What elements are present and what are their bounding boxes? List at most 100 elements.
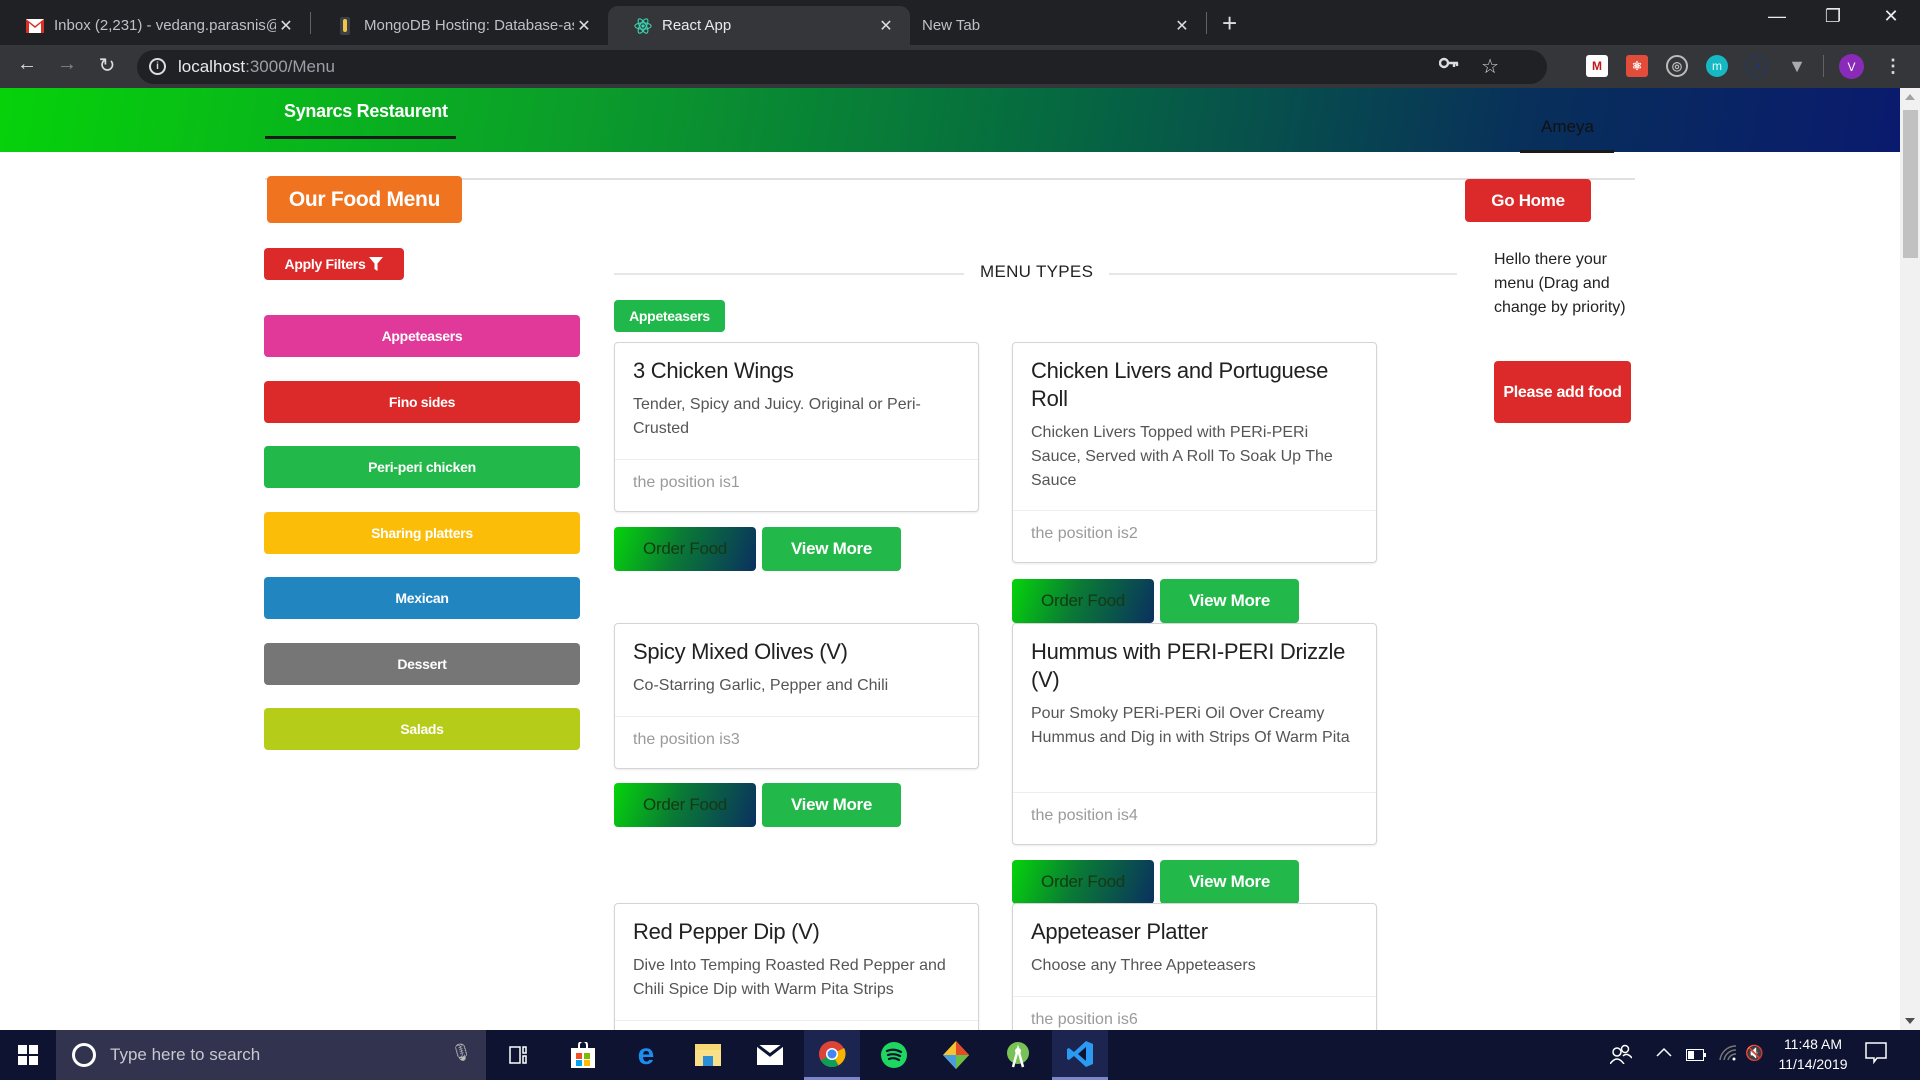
mail-icon[interactable] <box>742 1030 798 1080</box>
profile-avatar[interactable]: V <box>1839 54 1864 79</box>
page-title-button[interactable]: Our Food Menu <box>267 176 462 223</box>
tab-new-tab[interactable]: New Tab ✕ <box>910 6 1206 45</box>
site-header: Synarcs Restaurent Ameya <box>0 88 1900 153</box>
page-scrollbar[interactable] <box>1900 88 1920 1030</box>
order-food-button[interactable]: Order Food <box>1012 860 1154 904</box>
password-key-icon[interactable] <box>1438 56 1459 74</box>
url-path: :3000/Menu <box>245 57 335 76</box>
vue-devtools-extension-icon[interactable]: ▼ <box>1786 55 1808 77</box>
forward-button[interactable]: → <box>53 53 81 76</box>
user-name-link[interactable]: Ameya <box>1541 117 1594 137</box>
android-studio-icon[interactable] <box>990 1030 1046 1080</box>
microphone-icon[interactable]: 🎙 <box>450 1043 472 1063</box>
spotify-icon[interactable] <box>866 1030 922 1080</box>
chrome-taskbar-icon[interactable] <box>804 1030 860 1080</box>
apply-filters-label: Apply Filters <box>284 256 366 272</box>
category-peri-peri-chicken-button[interactable]: Peri-peri chicken <box>264 446 580 488</box>
task-view-icon[interactable] <box>491 1030 547 1080</box>
close-tab-icon[interactable]: ✕ <box>574 16 594 36</box>
git-kraken-icon[interactable] <box>928 1030 984 1080</box>
search-placeholder: Type here to search <box>110 1045 261 1064</box>
order-food-button[interactable]: Order Food <box>614 527 756 571</box>
react-devtools-extension-icon[interactable]: ⚛ <box>1626 55 1648 77</box>
browser-toolbar: ← → ↻ i localhost:3000/Menu ☆ M ⚛ ◎ m A … <box>0 45 1920 88</box>
close-tab-icon[interactable]: ✕ <box>876 16 896 36</box>
food-description: Dive Into Temping Roasted Red Pepper and… <box>633 957 946 998</box>
battery-icon[interactable] <box>1686 1048 1706 1066</box>
people-icon[interactable] <box>1609 1044 1633 1069</box>
clock-date: 11/14/2019 <box>1778 1056 1848 1072</box>
browser-tab-strip: Inbox (2,231) - vedang.parasnis@ ✕ Mongo… <box>0 0 1920 45</box>
file-explorer-icon[interactable] <box>680 1030 736 1080</box>
scroll-up-arrow-icon[interactable] <box>1905 94 1915 100</box>
reload-button[interactable]: ↻ <box>93 53 121 78</box>
food-description: Choose any Three Appeteasers <box>1031 957 1256 974</box>
new-tab-button[interactable]: + <box>1222 8 1237 39</box>
food-card[interactable]: Chicken Livers and Portuguese Roll Chick… <box>1012 342 1377 563</box>
view-more-button[interactable]: View More <box>762 527 901 571</box>
minimize-button[interactable]: — <box>1757 6 1797 27</box>
mongodb-icon <box>336 16 354 35</box>
address-bar[interactable]: i localhost:3000/Menu ☆ <box>137 50 1547 84</box>
show-hidden-icons-chevron-icon[interactable] <box>1656 1044 1672 1062</box>
add-food-button[interactable]: Please add food <box>1494 361 1631 423</box>
selected-category-badge[interactable]: Appeteasers <box>614 300 725 332</box>
microsoft-store-icon[interactable] <box>555 1030 611 1080</box>
category-sharing-platters-button[interactable]: Sharing platters <box>264 512 580 554</box>
view-more-button[interactable]: View More <box>762 783 901 827</box>
order-food-button[interactable]: Order Food <box>614 783 756 827</box>
edge-icon[interactable]: e <box>618 1030 674 1080</box>
food-card[interactable]: Hummus with PERI-PERI Drizzle (V) Pour S… <box>1012 623 1377 845</box>
food-title: Chicken Livers and Portuguese Roll <box>1031 358 1329 411</box>
tab-mongodb[interactable]: MongoDB Hosting: Database-as- ✕ <box>310 6 608 45</box>
apply-filters-button[interactable]: Apply Filters <box>264 248 404 280</box>
m-extension-icon[interactable]: m <box>1706 55 1728 77</box>
cortana-icon[interactable] <box>72 1043 96 1067</box>
wifi-icon[interactable] <box>1718 1044 1738 1067</box>
scroll-down-arrow-icon[interactable] <box>1905 1018 1915 1024</box>
a-extension-icon[interactable]: A <box>1746 55 1768 77</box>
windows-logo-icon <box>18 1045 38 1065</box>
go-home-button[interactable]: Go Home <box>1465 179 1591 222</box>
tab-title: Inbox (2,231) - vedang.parasnis@ <box>54 17 276 34</box>
close-tab-icon[interactable]: ✕ <box>1172 16 1192 36</box>
restore-button[interactable]: ❐ <box>1813 6 1853 27</box>
close-tab-icon[interactable]: ✕ <box>276 16 296 36</box>
tab-gmail[interactable]: Inbox (2,231) - vedang.parasnis@ ✕ <box>0 6 310 45</box>
bookmark-star-icon[interactable]: ☆ <box>1481 54 1499 79</box>
header-divider <box>265 178 1635 180</box>
volume-muted-icon[interactable]: 🔇 <box>1745 1044 1764 1062</box>
order-food-button[interactable]: Order Food <box>1012 579 1154 623</box>
category-fino-sides-button[interactable]: Fino sides <box>264 381 580 423</box>
food-card[interactable]: Spicy Mixed Olives (V) Co-Starring Garli… <box>614 623 979 769</box>
scrollbar-thumb[interactable] <box>1903 110 1918 258</box>
category-salads-button[interactable]: Salads <box>264 708 580 750</box>
category-appeteasers-button[interactable]: Appeteasers <box>264 315 580 357</box>
tab-react-app[interactable]: React App ✕ <box>608 6 910 45</box>
food-card[interactable]: Appeteaser Platter Choose any Three Appe… <box>1012 903 1377 1049</box>
food-description: Tender, Spicy and Juicy. Original or Per… <box>633 396 921 437</box>
view-more-button[interactable]: View More <box>1160 860 1299 904</box>
chrome-menu-icon[interactable]: ⋮ <box>1882 55 1904 77</box>
food-title: Appeteaser Platter <box>1031 919 1208 944</box>
taskbar-search-box[interactable]: Type here to search 🎙 <box>56 1030 486 1080</box>
start-button[interactable] <box>0 1030 56 1080</box>
site-info-icon[interactable]: i <box>149 58 166 75</box>
close-window-button[interactable]: ✕ <box>1871 6 1911 27</box>
url-text[interactable]: localhost:3000/Menu <box>178 57 335 77</box>
vscode-icon[interactable] <box>1052 1030 1108 1080</box>
view-more-button[interactable]: View More <box>1160 579 1299 623</box>
gmail-icon <box>26 17 44 35</box>
action-center-icon[interactable] <box>1865 1042 1887 1069</box>
category-dessert-button[interactable]: Dessert <box>264 643 580 685</box>
food-description: Chicken Livers Topped with PERi-PERi Sau… <box>1031 424 1333 489</box>
mcafee-extension-icon[interactable]: M <box>1586 55 1608 77</box>
brand-link[interactable]: Synarcs Restaurent <box>284 101 448 122</box>
system-clock[interactable]: 11:48 AM 11/14/2019 <box>1768 1034 1858 1074</box>
category-mexican-button[interactable]: Mexican <box>264 577 580 619</box>
food-description: Pour Smoky PERi-PERi Oil Over Creamy Hum… <box>1031 705 1350 746</box>
food-card[interactable]: 3 Chicken Wings Tender, Spicy and Juicy.… <box>614 342 979 512</box>
target-extension-icon[interactable]: ◎ <box>1666 55 1688 77</box>
back-button[interactable]: ← <box>13 53 41 76</box>
clock-time: 11:48 AM <box>1783 1036 1843 1052</box>
